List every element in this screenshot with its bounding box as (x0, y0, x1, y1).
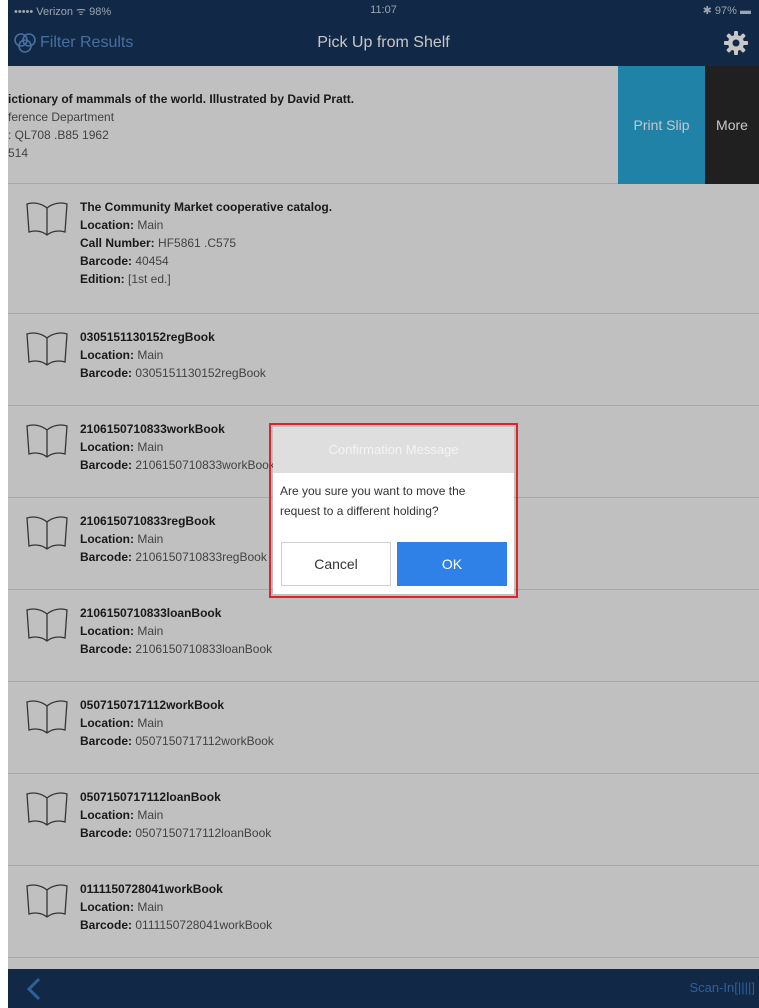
app-screen: ••••• Verizon ᯤ 98% 11:07 ✱ 97% ▬ Filter… (8, 0, 759, 1008)
cancel-button[interactable]: Cancel (281, 542, 391, 586)
ok-button[interactable]: OK (397, 542, 507, 586)
dialog-title: Confirmation Message (273, 427, 514, 473)
confirmation-dialog: Confirmation Message Are you sure you wa… (273, 427, 514, 594)
dialog-message: Are you sure you want to move the reques… (280, 484, 466, 518)
